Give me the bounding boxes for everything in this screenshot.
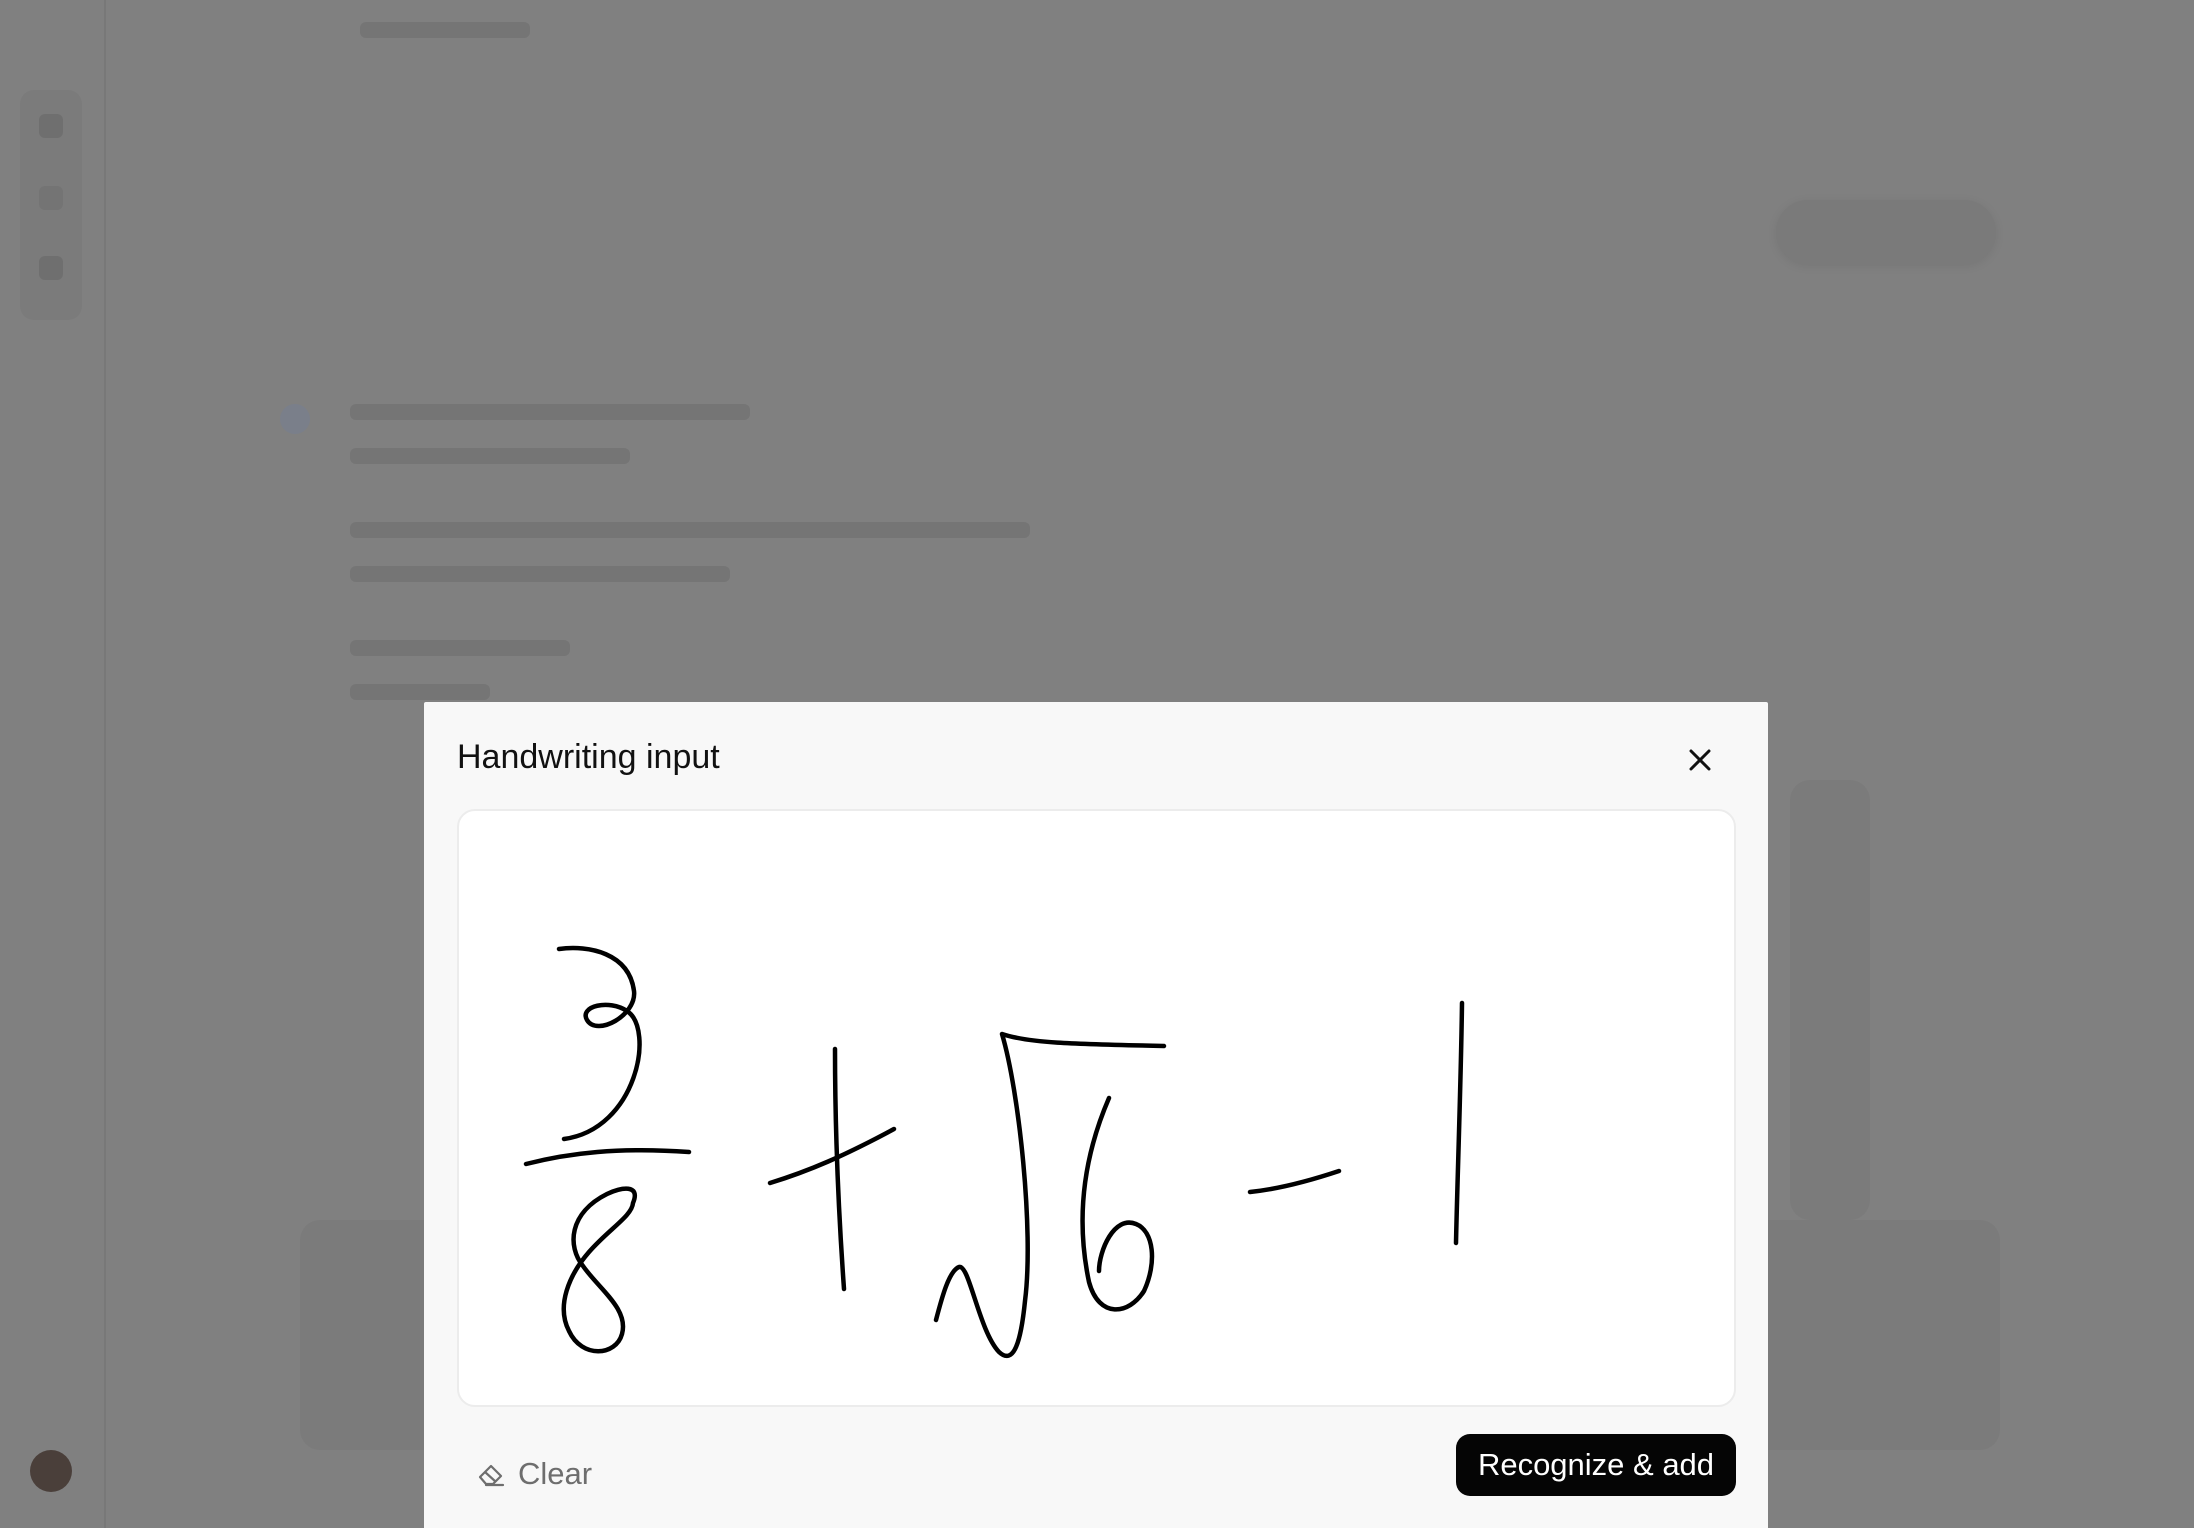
background-card (1790, 780, 1870, 1220)
stroke-denominator (561, 1186, 637, 1354)
dialog-title: Handwriting input (457, 738, 720, 776)
background-icon (280, 404, 310, 434)
background-text-line (350, 522, 1030, 538)
close-button[interactable] (1680, 740, 1720, 780)
background-text-line (360, 22, 530, 38)
handwriting-strokes (523, 945, 1465, 1359)
stroke-fraction-bar (523, 1147, 692, 1167)
stroke-plus-vertical (832, 1046, 847, 1292)
handwriting-canvas[interactable] (457, 809, 1736, 1407)
background-text-line (350, 566, 730, 582)
stroke-minus (1247, 1168, 1342, 1195)
eraser-icon (478, 1464, 505, 1487)
background-nav-rail (20, 90, 82, 320)
background-nav-icon (39, 256, 63, 280)
stroke-one (1453, 1000, 1465, 1246)
stroke-plus-horizontal (767, 1126, 897, 1186)
background-button (1776, 200, 1996, 264)
background-nav-icon (39, 186, 63, 210)
stroke-six (1080, 1095, 1155, 1312)
background-text-line (350, 448, 630, 464)
clear-label: Clear (518, 1456, 593, 1491)
background-text-line (350, 404, 750, 420)
background-text-line (350, 684, 490, 700)
handwriting-dialog: Handwriting input Clear Recognize & add (424, 702, 1768, 1528)
recognize-and-add-button[interactable]: Recognize & add (1456, 1434, 1736, 1496)
stroke-numerator (556, 945, 642, 1142)
clear-button[interactable]: Clear (476, 1444, 592, 1504)
close-icon (1689, 749, 1711, 771)
background-avatar (30, 1450, 72, 1492)
background-nav-icon (39, 114, 63, 138)
background-text-line (350, 640, 570, 656)
